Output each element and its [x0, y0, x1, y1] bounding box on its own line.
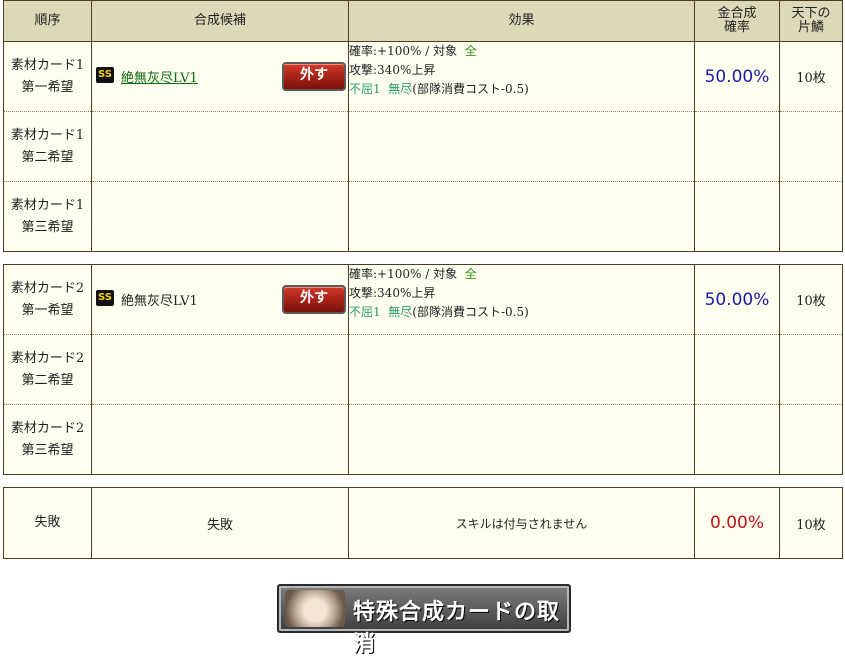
rate-value: 50.00% — [694, 41, 780, 112]
tenka-value: 10枚 — [779, 264, 843, 335]
effect-attack: 攻撃:340%上昇 — [349, 63, 436, 77]
effect-cell — [348, 334, 695, 405]
effect-tag-fukutsu: 不屈1 — [349, 82, 381, 96]
cancel-button-label: 特殊合成カードの取消 — [353, 600, 561, 657]
order-cell: 素材カード1 第一希望 — [3, 41, 92, 112]
order-cell: 素材カード1 第三希望 — [3, 181, 92, 252]
effect-cell — [348, 181, 695, 252]
rank-ss-badge: SS — [96, 67, 114, 83]
failure-rate: 0.00% — [694, 487, 780, 559]
candidate-cell: SS 絶無灰尽LV1 外す — [91, 41, 349, 112]
tenka-cell — [779, 334, 843, 405]
effect-target: 全 — [464, 44, 477, 58]
skill-link[interactable]: 絶無灰尽LV1 — [121, 67, 198, 86]
order-label: 素材カード2 — [10, 280, 85, 296]
order-label: 素材カード1 — [10, 57, 85, 73]
order-preference: 第二希望 — [21, 149, 74, 165]
effect-attack: 攻撃:340%上昇 — [349, 286, 436, 300]
header-order: 順序 — [3, 0, 92, 42]
rate-cell — [694, 404, 780, 475]
table-row: 素材カード1 第一希望 SS 絶無灰尽LV1 外す 確率:+100% / 対象 … — [3, 41, 843, 112]
order-preference: 第二希望 — [21, 372, 74, 388]
order-preference: 第三希望 — [21, 442, 74, 458]
failure-row: 失敗 失敗 スキルは付与されません 0.00% 10枚 — [3, 487, 843, 559]
effect-cell: 確率:+100% / 対象 全 攻撃:340%上昇 不屈1 無尽(部隊消費コスト… — [348, 264, 695, 335]
tenka-cell — [779, 111, 843, 182]
effect-probability: 確率:+100% / 対象 — [349, 44, 458, 58]
effect-tag-mujin: 無尽 — [388, 305, 413, 319]
synthesis-table-card1: 順序 合成候補 効果 金合成 確率 天下の 片鱗 素材カード1 第一希望 SS 絶無… — [3, 0, 843, 252]
effect-probability: 確率:+100% / 対象 — [349, 267, 458, 281]
candidate-cell — [91, 111, 349, 182]
rank-ss-badge: SS — [96, 290, 114, 306]
effect-cost: (部隊消費コスト-0.5) — [412, 82, 529, 96]
order-cell: 素材カード2 第二希望 — [3, 334, 92, 405]
header-effect: 効果 — [348, 0, 695, 42]
rate-cell — [694, 111, 780, 182]
order-label: 素材カード2 — [10, 350, 85, 366]
remove-button[interactable]: 外す — [282, 285, 346, 314]
tenka-cell — [779, 181, 843, 252]
table-row: 素材カード2 第一希望 SS 絶無灰尽LV1 外す 確率:+100% / 対象 … — [3, 264, 843, 335]
effect-target: 全 — [464, 267, 477, 281]
order-label: 素材カード2 — [10, 420, 85, 436]
failure-table: 失敗 失敗 スキルは付与されません 0.00% 10枚 — [3, 487, 843, 559]
order-cell: 素材カード1 第二希望 — [3, 111, 92, 182]
order-label: 素材カード1 — [10, 197, 85, 213]
failure-effect: スキルは付与されません — [348, 487, 695, 559]
header-rate: 金合成 確率 — [694, 0, 780, 42]
order-preference: 第三希望 — [21, 219, 74, 235]
effect-cell — [348, 404, 695, 475]
tenka-value: 10枚 — [779, 41, 843, 112]
effect-cost: (部隊消費コスト-0.5) — [412, 305, 529, 319]
table-row: 素材カード1 第三希望 — [3, 181, 843, 252]
effect-tag-fukutsu: 不屈1 — [349, 305, 381, 319]
header-candidate: 合成候補 — [91, 0, 349, 42]
cancel-special-synthesis-button[interactable]: 特殊合成カードの取消 — [277, 584, 571, 657]
order-label: 素材カード1 — [10, 127, 85, 143]
rate-cell — [694, 181, 780, 252]
effect-cell — [348, 111, 695, 182]
table-row: 素材カード1 第二希望 — [3, 111, 843, 182]
candidate-cell — [91, 334, 349, 405]
candidate-cell: SS 絶無灰尽LV1 外す — [91, 264, 349, 335]
table-header: 順序 合成候補 効果 金合成 確率 天下の 片鱗 — [3, 0, 843, 42]
portrait-icon — [285, 590, 345, 627]
effect-tag-mujin: 無尽 — [388, 82, 413, 96]
order-cell: 素材カード2 第三希望 — [3, 404, 92, 475]
failure-candidate: 失敗 — [91, 487, 349, 559]
failure-tenka: 10枚 — [779, 487, 843, 559]
effect-cell: 確率:+100% / 対象 全 攻撃:340%上昇 不屈1 無尽(部隊消費コスト… — [348, 41, 695, 112]
table-row: 素材カード2 第三希望 — [3, 404, 843, 475]
rate-value: 50.00% — [694, 264, 780, 335]
skill-name: 絶無灰尽LV1 — [121, 294, 198, 309]
order-preference: 第一希望 — [21, 302, 74, 318]
candidate-cell — [91, 404, 349, 475]
table-row: 素材カード2 第二希望 — [3, 334, 843, 405]
failure-order: 失敗 — [3, 487, 92, 559]
rate-cell — [694, 334, 780, 405]
candidate-cell — [91, 181, 349, 252]
order-preference: 第一希望 — [21, 79, 74, 95]
remove-button[interactable]: 外す — [282, 62, 346, 91]
header-tenka: 天下の 片鱗 — [779, 0, 843, 42]
tenka-cell — [779, 404, 843, 475]
order-cell: 素材カード2 第一希望 — [3, 264, 92, 335]
synthesis-table-card2: 素材カード2 第一希望 SS 絶無灰尽LV1 外す 確率:+100% / 対象 … — [3, 264, 843, 475]
